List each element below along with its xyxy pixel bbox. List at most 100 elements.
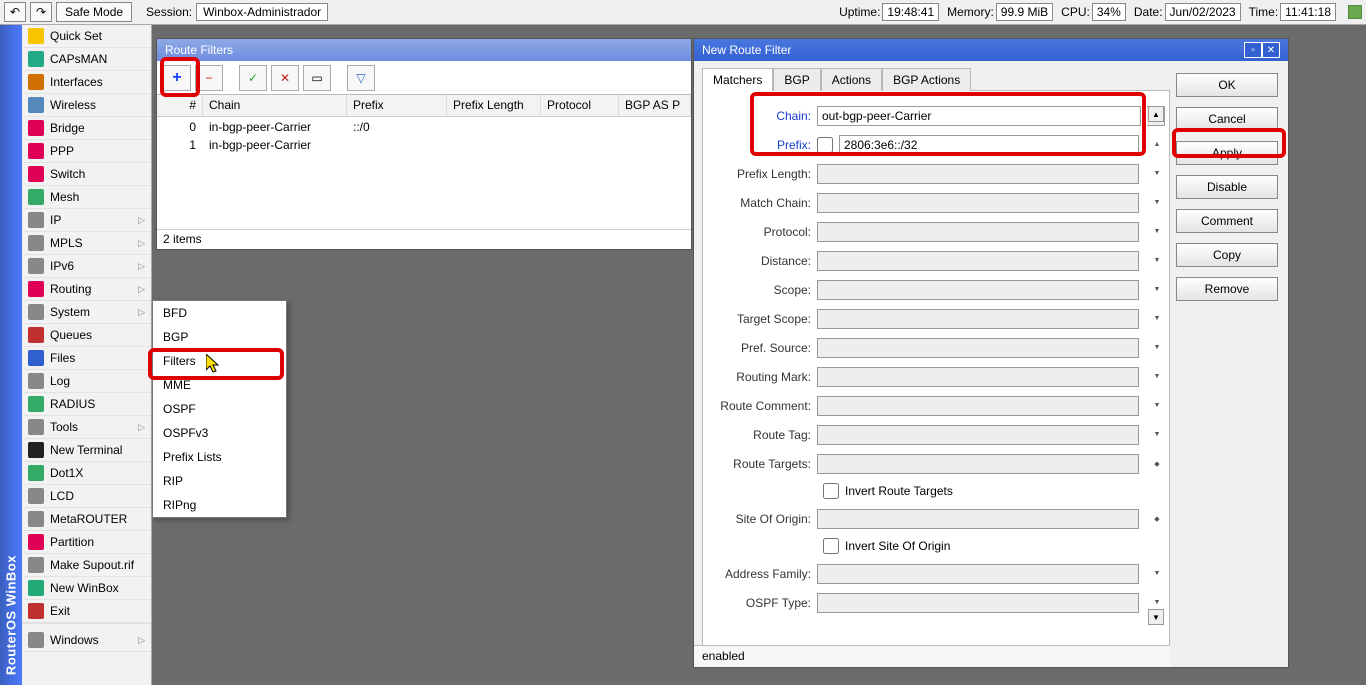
session-label: Session: (146, 5, 192, 19)
submenu-item-ospfv3[interactable]: OSPFv3 (153, 421, 286, 445)
sidebar-item-mesh[interactable]: Mesh (22, 186, 151, 209)
col-protocol[interactable]: Protocol (541, 95, 619, 116)
sidebar-item-files[interactable]: Files (22, 347, 151, 370)
apply-button[interactable]: Apply (1176, 141, 1278, 165)
prefix-length-input[interactable] (817, 164, 1139, 184)
ok-button[interactable]: OK (1176, 73, 1278, 97)
menu-icon (28, 442, 44, 458)
menu-icon (28, 120, 44, 136)
submenu-item-ospf[interactable]: OSPF (153, 397, 286, 421)
date-label: Date: (1134, 5, 1163, 19)
close-button[interactable]: ✕ (1262, 42, 1280, 58)
route-filters-table-header: # Chain Prefix Prefix Length Protocol BG… (157, 95, 691, 117)
invert-site-origin-checkbox[interactable] (823, 538, 839, 554)
sidebar-item-exit[interactable]: Exit (22, 600, 151, 623)
disable-button[interactable]: ✕ (271, 65, 299, 91)
menu-icon (28, 143, 44, 159)
comment-button[interactable]: Comment (1176, 209, 1278, 233)
sidebar-item-routing[interactable]: Routing▷ (22, 278, 151, 301)
col-bgp-as[interactable]: BGP AS P (619, 95, 691, 116)
prefix-invert-checkbox[interactable] (817, 137, 833, 153)
col-chain[interactable]: Chain (203, 95, 347, 116)
scope-input[interactable] (817, 280, 1139, 300)
sidebar-item-mpls[interactable]: MPLS▷ (22, 232, 151, 255)
remove-button[interactable]: − (195, 65, 223, 91)
sidebar-item-label: Routing (50, 282, 91, 296)
routing-mark-input[interactable] (817, 367, 1139, 387)
ospf-type-input[interactable] (817, 593, 1139, 613)
sidebar-item-ipv6[interactable]: IPv6▷ (22, 255, 151, 278)
sidebar-item-new-winbox[interactable]: New WinBox (22, 577, 151, 600)
sidebar-item-queues[interactable]: Queues (22, 324, 151, 347)
sidebar-item-interfaces[interactable]: Interfaces (22, 71, 151, 94)
table-row[interactable]: 1in-bgp-peer-Carrier (157, 135, 691, 153)
sidebar-item-switch[interactable]: Switch (22, 163, 151, 186)
col-prefix[interactable]: Prefix (347, 95, 447, 116)
undo-button[interactable]: ↶ (4, 2, 26, 22)
scroll-down-icon[interactable]: ▼ (1148, 609, 1164, 625)
sidebar-item-partition[interactable]: Partition (22, 531, 151, 554)
submenu-item-mme[interactable]: MME (153, 373, 286, 397)
sidebar-item-new-terminal[interactable]: New Terminal (22, 439, 151, 462)
table-row[interactable]: 0in-bgp-peer-Carrier::/0 (157, 117, 691, 135)
minimize-button[interactable]: ▫ (1244, 42, 1262, 58)
redo-button[interactable]: ↷ (30, 2, 52, 22)
invert-route-targets-checkbox[interactable] (823, 483, 839, 499)
chain-input[interactable] (817, 106, 1141, 126)
enable-button[interactable]: ✓ (239, 65, 267, 91)
sidebar-item-make-supout-rif[interactable]: Make Supout.rif (22, 554, 151, 577)
sidebar-item-label: MetaROUTER (50, 512, 127, 526)
submenu-item-bfd[interactable]: BFD (153, 301, 286, 325)
copy-button[interactable]: Copy (1176, 243, 1278, 267)
add-button[interactable]: + (163, 65, 191, 91)
sidebar-item-tools[interactable]: Tools▷ (22, 416, 151, 439)
route-tag-input[interactable] (817, 425, 1139, 445)
filter-button[interactable]: ▽ (347, 65, 375, 91)
submenu-item-prefix-lists[interactable]: Prefix Lists (153, 445, 286, 469)
distance-input[interactable] (817, 251, 1139, 271)
safe-mode-button[interactable]: Safe Mode (56, 2, 132, 22)
disable-button[interactable]: Disable (1176, 175, 1278, 199)
sidebar-item-bridge[interactable]: Bridge (22, 117, 151, 140)
site-origin-input[interactable] (817, 509, 1139, 529)
tab-bgp-actions[interactable]: BGP Actions (882, 68, 971, 91)
pref-source-input[interactable] (817, 338, 1139, 358)
session-value[interactable]: Winbox-Administrador (196, 3, 328, 21)
sidebar-item-ppp[interactable]: PPP (22, 140, 151, 163)
route-comment-input[interactable] (817, 396, 1139, 416)
route-filters-title[interactable]: Route Filters (157, 39, 691, 61)
submenu-item-ripng[interactable]: RIPng (153, 493, 286, 517)
submenu-item-rip[interactable]: RIP (153, 469, 286, 493)
protocol-input[interactable] (817, 222, 1139, 242)
sidebar-item-ip[interactable]: IP▷ (22, 209, 151, 232)
sidebar-item-system[interactable]: System▷ (22, 301, 151, 324)
prefix-input[interactable] (839, 135, 1139, 155)
col-num[interactable]: # (157, 95, 203, 116)
menu-icon (28, 534, 44, 550)
remove-button[interactable]: Remove (1176, 277, 1278, 301)
sidebar-item-windows[interactable]: Windows▷ (22, 629, 151, 652)
comment-button[interactable]: ▭ (303, 65, 331, 91)
sidebar-item-radius[interactable]: RADIUS (22, 393, 151, 416)
target-scope-input[interactable] (817, 309, 1139, 329)
tab-bgp[interactable]: BGP (773, 68, 820, 91)
scroll-up-icon[interactable]: ▲ (1148, 106, 1164, 122)
address-family-input[interactable] (817, 564, 1139, 584)
cpu-label: CPU: (1061, 5, 1090, 19)
route-targets-input[interactable] (817, 454, 1139, 474)
submenu-item-filters[interactable]: Filters (153, 349, 286, 373)
tab-matchers[interactable]: Matchers (702, 68, 773, 91)
cancel-button[interactable]: Cancel (1176, 107, 1278, 131)
sidebar-item-wireless[interactable]: Wireless (22, 94, 151, 117)
match-chain-input[interactable] (817, 193, 1139, 213)
new-route-filter-title[interactable]: New Route Filter ▫ ✕ (694, 39, 1288, 61)
sidebar-item-metarouter[interactable]: MetaROUTER (22, 508, 151, 531)
sidebar-item-lcd[interactable]: LCD (22, 485, 151, 508)
sidebar-item-log[interactable]: Log (22, 370, 151, 393)
col-prefix-length[interactable]: Prefix Length (447, 95, 541, 116)
sidebar-item-quick-set[interactable]: Quick Set (22, 25, 151, 48)
submenu-item-bgp[interactable]: BGP (153, 325, 286, 349)
sidebar-item-capsman[interactable]: CAPsMAN (22, 48, 151, 71)
sidebar-item-dot1x[interactable]: Dot1X (22, 462, 151, 485)
tab-actions[interactable]: Actions (821, 68, 882, 91)
